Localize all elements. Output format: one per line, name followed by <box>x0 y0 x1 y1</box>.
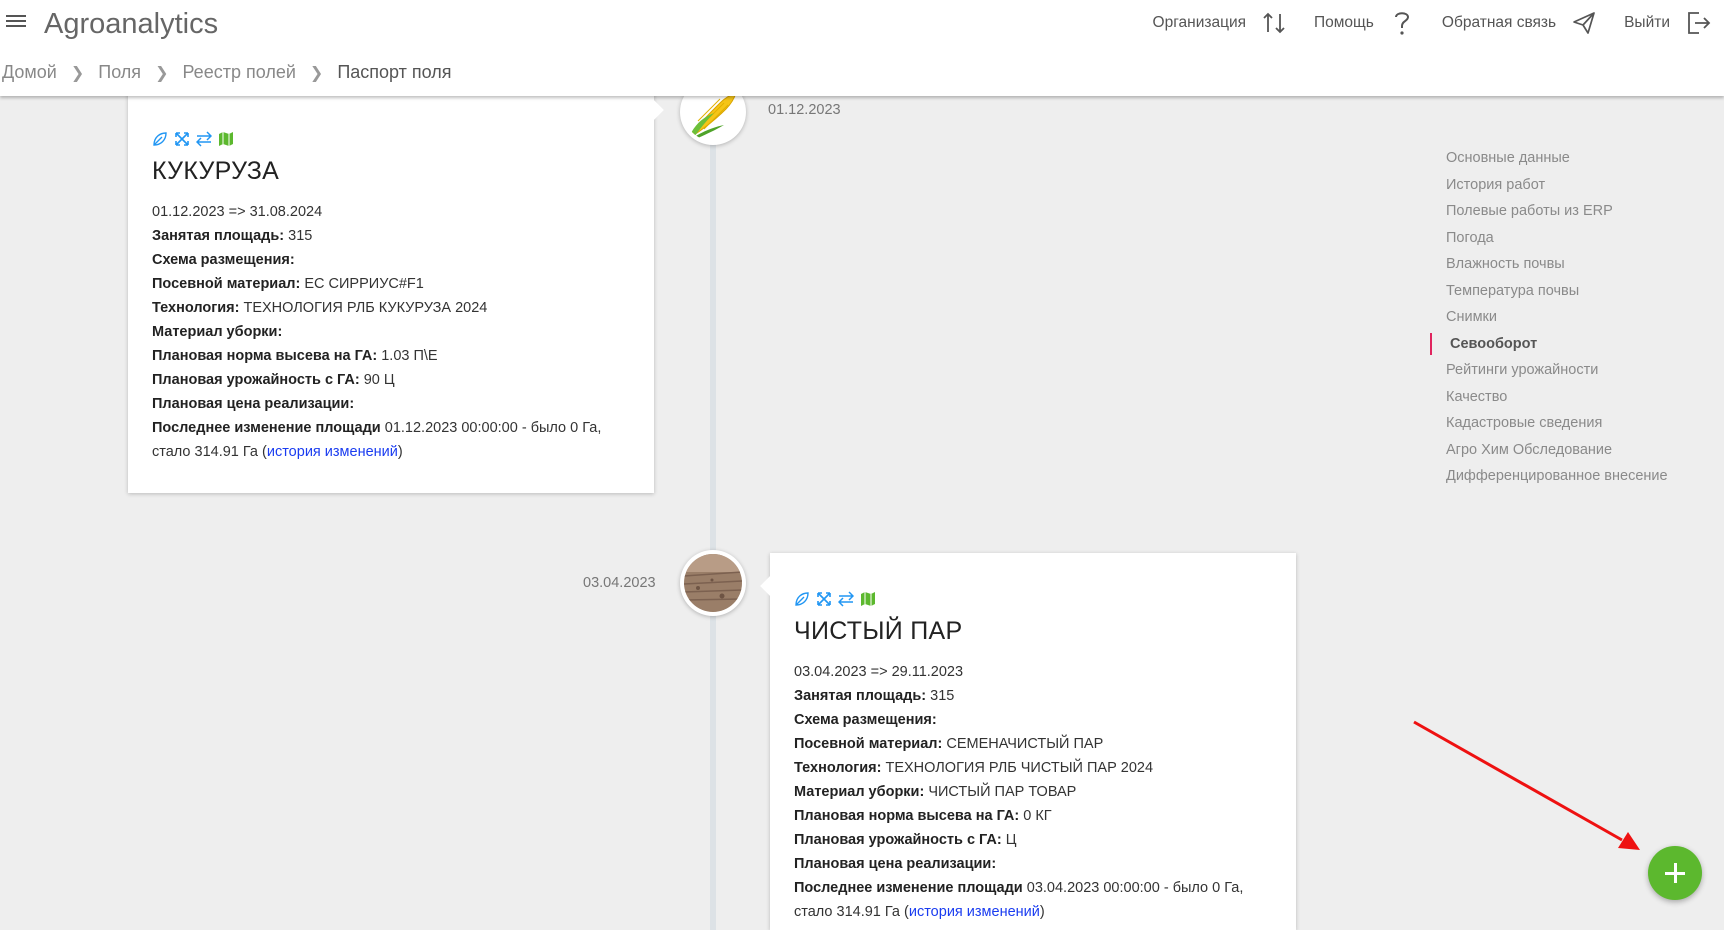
breadcrumb-home[interactable]: Домой <box>2 62 57 83</box>
timeline-card-corn: КУКУРУЗА 01.12.2023 => 31.08.2024 Занята… <box>128 79 664 493</box>
field-harvest-material: Материал уборки: <box>152 324 283 340</box>
leaf-icon[interactable] <box>794 591 810 607</box>
card-period: 01.12.2023 => 31.08.2024 <box>152 204 323 220</box>
map-icon[interactable] <box>218 131 234 147</box>
swap-vertical-icon <box>1260 9 1288 37</box>
nav-item-images[interactable]: Снимки <box>1446 305 1668 332</box>
app-title: Agroanalytics <box>44 8 219 40</box>
nav-item-quality[interactable]: Качество <box>1446 385 1668 412</box>
swap-icon[interactable] <box>196 131 212 147</box>
field-technology: Технология: ТЕХНОЛОГИЯ РЛБ ЧИСТЫЙ ПАР 20… <box>794 760 1154 776</box>
feedback-label: Обратная связь <box>1441 14 1557 31</box>
nav-item-cadastral[interactable]: Кадастровые сведения <box>1446 411 1668 438</box>
timeline-node-fallow[interactable] <box>680 550 746 616</box>
chevron-right-icon: ❯ <box>70 64 85 82</box>
card-period: 03.04.2023 => 29.11.2023 <box>794 664 964 680</box>
timeline-card-fallow: ЧИСТЫЙ ПАР 03.04.2023 => 29.11.2023 Заня… <box>760 553 1296 930</box>
field-technology: Технология: ТЕХНОЛОГИЯ РЛБ КУКУРУЗА 2024 <box>152 300 488 316</box>
field-yield: Плановая урожайность с ГА: 90 Ц <box>152 372 395 388</box>
field-area-change-2: стало 314.91 Га (история изменений) <box>794 904 1045 920</box>
logout-icon <box>1684 9 1712 37</box>
expand-icon[interactable] <box>174 131 190 147</box>
card-title: ЧИСТЫЙ ПАР <box>794 617 963 645</box>
field-harvest-material: Материал уборки: ЧИСТЫЙ ПАР ТОВАР <box>794 784 1077 800</box>
card-pointer <box>644 100 664 120</box>
field-price: Плановая цена реализации: <box>794 856 997 872</box>
card-pointer <box>760 576 780 596</box>
timeline-date: 03.04.2023 <box>583 575 656 591</box>
card-actions <box>152 131 630 147</box>
field-seed: Посевной материал: ЕС СИРРИУС#F1 <box>152 276 424 292</box>
menu-icon[interactable] <box>6 12 26 30</box>
nav-item-erp-work[interactable]: Полевые работы из ERP <box>1446 199 1668 226</box>
bare-soil-image <box>684 554 742 612</box>
card-title: КУКУРУЗА <box>152 157 280 185</box>
plus-icon <box>1665 863 1685 883</box>
field-area: Занятая площадь: 315 <box>794 688 955 704</box>
field-price: Плановая цена реализации: <box>152 396 355 412</box>
field-placement: Схема размещения: <box>152 252 295 268</box>
logout-button[interactable]: Выйти <box>1624 9 1712 37</box>
field-seeding-rate: Плановая норма высева на ГА: 0 КГ <box>794 808 1052 824</box>
top-actions: Организация Помощь Обратная связь Выйти <box>1127 6 1712 40</box>
nav-item-work-history[interactable]: История работ <box>1446 173 1668 200</box>
organization-label: Организация <box>1152 14 1247 31</box>
expand-icon[interactable] <box>816 591 832 607</box>
paper-plane-icon <box>1570 9 1598 37</box>
help-label: Помощь <box>1314 14 1374 31</box>
help-button[interactable]: Помощь <box>1314 9 1416 37</box>
field-area: Занятая площадь: 315 <box>152 228 313 244</box>
timeline-line <box>710 96 716 930</box>
card-actions <box>794 591 1272 607</box>
field-area-change: Последнее изменение площади 01.12.2023 0… <box>152 420 602 436</box>
question-icon <box>1388 9 1416 37</box>
field-seed: Посевной материал: СЕМЕНАЧИСТЫЙ ПАР <box>794 736 1104 752</box>
nav-item-soil-temperature[interactable]: Температура почвы <box>1446 279 1668 306</box>
field-seeding-rate: Плановая норма высева на ГА: 1.03 П\Е <box>152 348 438 364</box>
map-icon[interactable] <box>860 591 876 607</box>
nav-item-basic-data[interactable]: Основные данные <box>1446 146 1668 173</box>
breadcrumb-field-registry[interactable]: Реестр полей <box>182 62 295 83</box>
nav-item-crop-rotation[interactable]: Севооборот <box>1430 332 1668 359</box>
breadcrumb: Домой ❯ Поля ❯ Реестр полей ❯ Паспорт по… <box>2 62 452 83</box>
chevron-right-icon: ❯ <box>155 64 169 82</box>
nav-item-soil-moisture[interactable]: Влажность почвы <box>1446 252 1668 279</box>
field-placement: Схема размещения: <box>794 712 937 728</box>
timeline-date: 01.12.2023 <box>768 102 841 118</box>
logout-label: Выйти <box>1624 14 1670 31</box>
nav-item-weather[interactable]: Погода <box>1446 226 1668 253</box>
field-yield: Плановая урожайность с ГА: Ц <box>794 832 1017 848</box>
nav-item-variable-rate[interactable]: Дифференцированное внесение <box>1446 464 1668 491</box>
add-button[interactable] <box>1648 846 1702 900</box>
top-bar: Agroanalytics Организация Помощь Обратна… <box>0 0 1724 96</box>
chevron-right-icon: ❯ <box>309 64 324 82</box>
nav-item-yield-ratings[interactable]: Рейтинги урожайности <box>1446 358 1668 385</box>
change-history-link[interactable]: история изменений <box>909 904 1040 920</box>
breadcrumb-current: Паспорт поля <box>337 62 452 82</box>
nav-item-agrochem[interactable]: Агро Хим Обследование <box>1446 438 1668 465</box>
field-area-change: Последнее изменение площади 03.04.2023 0… <box>794 880 1244 896</box>
swap-icon[interactable] <box>838 591 854 607</box>
leaf-icon[interactable] <box>152 131 168 147</box>
feedback-button[interactable]: Обратная связь <box>1442 9 1598 37</box>
field-area-change-2: стало 314.91 Га (история изменений) <box>152 444 403 460</box>
section-nav: Основные данные История работ Полевые ра… <box>1430 146 1668 491</box>
breadcrumb-fields[interactable]: Поля <box>98 62 141 83</box>
organization-button[interactable]: Организация <box>1153 9 1288 37</box>
change-history-link[interactable]: история изменений <box>267 444 398 460</box>
